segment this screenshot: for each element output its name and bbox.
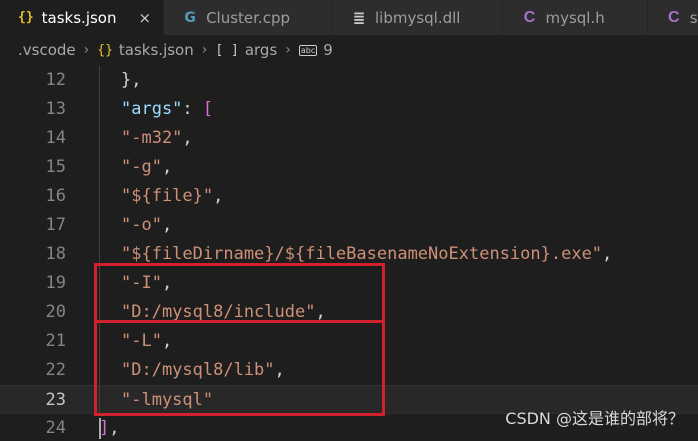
line-number: 17: [45, 215, 66, 235]
chevron-right-icon: ›: [83, 42, 90, 58]
chevron-right-icon: ›: [201, 42, 208, 58]
breadcrumb-item[interactable]: abc 9: [298, 41, 333, 59]
code-text: "D:/mysql8/include",: [121, 302, 326, 322]
code-line[interactable]: 21 "-L",: [0, 327, 698, 356]
json-braces-icon: {}: [97, 42, 113, 58]
line-number: 21: [45, 331, 66, 351]
code-text: "-lmysql": [121, 390, 214, 410]
breadcrumb-args-label: args: [244, 41, 278, 59]
code-line[interactable]: 17 "-o",: [0, 211, 698, 240]
line-number: 24: [45, 418, 66, 438]
indent-guide: [99, 298, 100, 327]
indent-guide: [99, 356, 100, 385]
indent-guide: [99, 211, 100, 240]
code-text: "${fileDirname}/${fileBasenameNoExtensio…: [121, 244, 613, 264]
indent-guide: [99, 327, 100, 356]
code-text: "args": [: [121, 99, 214, 119]
breadcrumb-file-label: tasks.json: [118, 41, 194, 59]
tab-tasks-json[interactable]: {} tasks.json ×: [0, 0, 165, 35]
tab-label: stdio.h: [689, 8, 698, 27]
breadcrumb-folder-label: .vscode: [18, 41, 76, 59]
json-braces-icon: {}: [18, 10, 34, 25]
code-line[interactable]: 16 "${file}",: [0, 182, 698, 211]
line-number: 16: [45, 186, 66, 206]
indent-guide: [99, 240, 100, 269]
string-icon: abc: [298, 44, 318, 56]
breadcrumb-args[interactable]: [ ] args: [215, 41, 277, 59]
dll-file-icon: ≣: [352, 8, 366, 27]
line-number: 14: [45, 128, 66, 148]
c-header-icon: C: [667, 8, 680, 26]
indent-guide: [99, 66, 100, 95]
tab-mysql-h[interactable]: C mysql.h: [503, 0, 648, 35]
line-number: 18: [45, 244, 66, 264]
close-icon[interactable]: ×: [138, 9, 151, 27]
tab-label: libmysql.dll: [374, 8, 461, 27]
code-line[interactable]: 20 "D:/mysql8/include",: [0, 298, 698, 327]
code-text: },: [121, 70, 142, 90]
code-editor[interactable]: 12}, 13 "args": [ 14 "-m32", 15 "-g", 16 "${file…: [0, 65, 698, 441]
line-number: 15: [45, 157, 66, 177]
chevron-right-icon: ›: [285, 42, 291, 58]
tab-label: tasks.json: [41, 8, 117, 27]
code-line[interactable]: 13 "args": [: [0, 95, 698, 124]
c-header-icon: C: [523, 8, 536, 26]
code-line[interactable]: 19 "-I",: [0, 269, 698, 298]
line-number: 22: [45, 360, 66, 380]
code-text: "-g",: [121, 157, 173, 177]
code-line[interactable]: 14 "-m32",: [0, 124, 698, 153]
indent-guide: [99, 386, 100, 413]
breadcrumb: .vscode › {} tasks.json › [ ] args › abc…: [0, 35, 698, 65]
code-text: "-L",: [121, 331, 173, 351]
indent-guide: [99, 269, 100, 298]
indent-guide: [99, 182, 100, 211]
line-number: 13: [45, 99, 66, 119]
indent-guide: [99, 95, 100, 124]
line-number: 12: [45, 70, 66, 90]
watermark: CSDN @这是谁的部将？: [505, 409, 684, 428]
breadcrumb-file[interactable]: {} tasks.json: [97, 41, 193, 59]
code-text: "${file}",: [121, 186, 224, 206]
tab-label: Cluster.cpp: [206, 8, 290, 27]
code-text: "-m32",: [121, 128, 193, 148]
code-text: "-I",: [121, 273, 173, 293]
text-cursor: [99, 418, 101, 439]
breadcrumb-folder[interactable]: .vscode: [18, 41, 76, 59]
line-number: 19: [45, 273, 66, 293]
cpp-file-icon: G: [184, 9, 196, 26]
tab-label: mysql.h: [545, 8, 605, 27]
code-line[interactable]: 18 "${fileDirname}/${fileBasenameNoExtens…: [0, 240, 698, 269]
line-number: 23: [45, 390, 66, 410]
breadcrumb-item-label: 9: [323, 41, 333, 59]
tab-libmysql-dll[interactable]: ≣ libmysql.dll: [332, 0, 504, 35]
line-number: 20: [45, 302, 66, 322]
tab-cluster-cpp[interactable]: G Cluster.cpp: [164, 0, 333, 35]
tab-stdio-h[interactable]: C stdio.h: [647, 0, 698, 35]
code-text: "D:/mysql8/lib",: [121, 360, 285, 380]
indent-guide: [99, 124, 100, 153]
code-line[interactable]: 22 "D:/mysql8/lib",: [0, 356, 698, 385]
code-line[interactable]: 12},: [0, 66, 698, 95]
code-text: "-o",: [121, 215, 173, 235]
code-line[interactable]: 15 "-g",: [0, 153, 698, 182]
indent-guide: [99, 153, 100, 182]
array-icon: [ ]: [215, 42, 239, 58]
code-text: ],: [99, 418, 120, 438]
editor-tab-bar: {} tasks.json × G Cluster.cpp ≣ libmysql…: [0, 0, 698, 35]
